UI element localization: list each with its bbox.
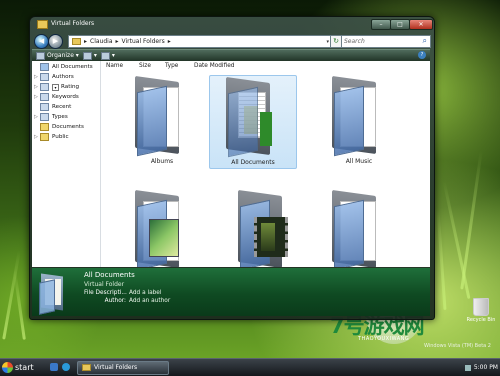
folder-icon [332,75,386,157]
folder-icon [40,73,49,81]
add-label-field[interactable]: Add a label [129,290,161,296]
folder-icon [40,63,49,71]
folder-item-albums[interactable]: Albums [119,75,205,167]
breadcrumb-separator: ▸ [115,38,119,45]
search-input[interactable]: Search ⌕ [341,35,431,48]
views-label: ▾ [93,52,97,59]
rating-dropdown-icon[interactable]: ▾ [52,83,59,91]
folder-icon [135,75,189,157]
folder-icon [40,103,49,111]
column-header-type[interactable]: Type [165,63,178,69]
recycle-bin-icon [473,298,489,316]
system-tray: 5:00 PM [446,362,498,373]
column-header-date-modified[interactable]: Date Modified [194,63,234,69]
maximize-button[interactable]: □ [390,19,410,30]
volume-icon[interactable] [464,364,471,371]
start-button[interactable]: start [2,361,38,374]
folder-icon [40,93,49,101]
help-icon[interactable]: ? [418,51,426,59]
breadcrumb-separator: ▸ [84,38,88,45]
folder-icon [40,133,49,141]
folder-label: Albums [150,158,174,165]
sidebar-item-types[interactable]: ▷ Types [34,113,68,121]
sidebar-item-all-documents[interactable]: All Documents [34,63,93,71]
windows-logo-icon [2,362,13,373]
forward-button[interactable]: ▶ [48,34,63,49]
minimize-button[interactable]: – [371,19,391,30]
internet-explorer-icon[interactable] [62,363,70,371]
folder-icon [37,273,67,315]
navigation-pane: All Documents ▷ Authors ▷ ▾ Rating ▷ Key… [32,61,101,267]
folder-item-other[interactable] [316,189,402,267]
folder-icon [226,76,280,158]
back-button[interactable]: ◀ [34,34,49,49]
explorer-window: Virtual Folders – □ ✕ ◀ ▶ ▸ Claudia ▸ Vi… [29,16,435,320]
window-title: Virtual Folders [51,20,95,27]
folder-icon [40,123,49,131]
folder-icon [40,113,49,121]
breadcrumb-virtual-folders[interactable]: Virtual Folders [122,38,165,45]
address-bar[interactable]: ▸ Claudia ▸ Virtual Folders ▸ ▾ [68,35,332,48]
folder-icon [37,20,48,29]
layout-icon [100,51,110,60]
folder-icon [332,189,386,267]
add-author-field[interactable]: Add an author [129,298,170,304]
details-pane: All Documents Virtual Folder File Descri… [32,268,430,316]
folder-icon [238,189,292,267]
search-placeholder: Search [344,38,365,45]
recycle-bin-label: Recycle Bin [466,317,496,323]
breadcrumb-claudia[interactable]: Claudia [90,38,113,45]
taskbar-button-virtual-folders[interactable]: Virtual Folders [77,361,169,375]
views-icon [82,51,92,60]
folder-item-all-documents[interactable]: All Documents [209,75,297,169]
folder-item-videos[interactable] [222,189,308,267]
sidebar-item-rating[interactable]: ▷ ▾ Rating [34,83,79,91]
column-header-name[interactable]: Name [106,63,123,69]
clock[interactable]: 5:00 PM [474,364,498,371]
taskbar: start Virtual Folders 5:00 PM [0,358,500,376]
layout-label: ▾ [111,52,115,59]
title-bar[interactable]: Virtual Folders – □ ✕ [30,17,434,31]
folder-item-photos[interactable] [119,189,205,267]
views-menu[interactable]: ▾ [82,51,97,60]
version-note: Windows Vista (TM) Beta 2 [424,343,491,349]
sidebar-item-public[interactable]: ▷ Public [34,133,69,141]
details-row-author: Author: Add an author [104,298,171,304]
content-area: All Documents ▷ Authors ▷ ▾ Rating ▷ Key… [32,61,430,267]
watermark-sub: THAOYOUXIWANG [358,336,410,342]
folder-label: All Music [345,158,373,165]
folder-icon [135,189,189,267]
details-title: All Documents [84,271,135,279]
command-bar: Organize ▾ ▾ ▾ ? [32,49,430,61]
column-header-size[interactable]: Size [139,63,151,69]
chevron-down-icon[interactable]: ▾ [326,39,329,45]
show-desktop-icon[interactable] [50,363,58,371]
folder-item-all-music[interactable]: All Music [316,75,402,167]
layout-menu[interactable]: ▾ [100,51,115,60]
sidebar-item-authors[interactable]: ▷ Authors [34,73,74,81]
sidebar-item-recent[interactable]: Recent [34,103,71,111]
details-row-description: File Descripti... Add a label [84,290,162,296]
organize-label: Organize ▾ [47,52,79,59]
close-button[interactable]: ✕ [409,19,433,30]
search-icon[interactable]: ⌕ [423,36,427,46]
folder-icon [82,364,91,371]
folder-icon [72,38,81,45]
organize-icon [36,51,45,60]
organize-menu[interactable]: Organize ▾ [36,51,79,60]
details-subtitle: Virtual Folder [84,281,125,288]
column-headers: Name Size Type Date Modified [106,62,426,71]
folder-label: All Documents [231,159,275,166]
sidebar-item-documents[interactable]: Documents [34,123,84,131]
breadcrumb-separator: ▸ [167,38,171,45]
sidebar-item-keywords[interactable]: ▷ Keywords [34,93,79,101]
recycle-bin[interactable]: Recycle Bin [466,298,496,323]
folder-icon [40,83,49,91]
